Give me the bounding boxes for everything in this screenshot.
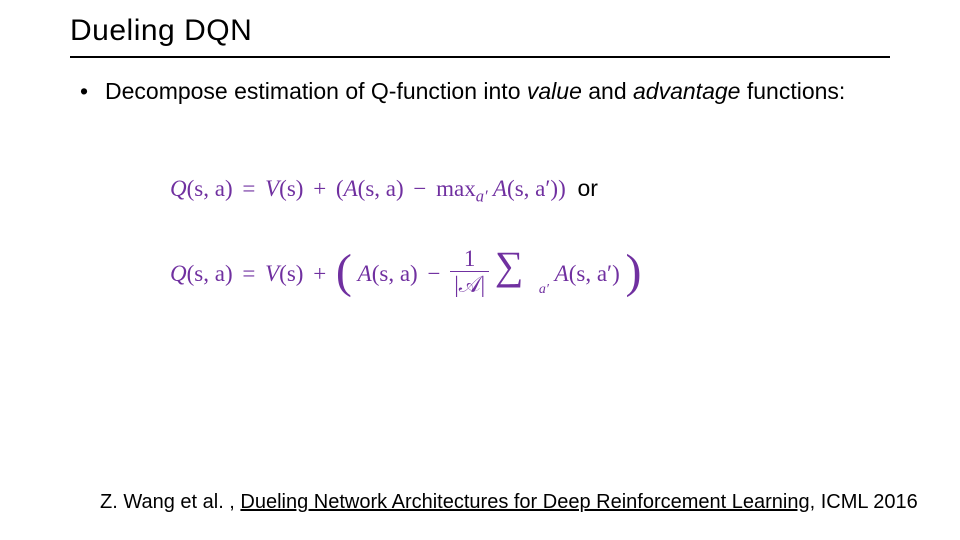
eq1-or: or [571, 175, 597, 201]
eq1-minus: − [409, 176, 430, 201]
eq2-V: V [265, 261, 279, 286]
slide-title: Dueling DQN [70, 14, 252, 48]
eq2-A2-args: (s, a′) [569, 261, 620, 286]
eq1-A: A [344, 176, 358, 201]
eq1-args-s: (s) [279, 176, 303, 201]
eq2-A2: A [555, 261, 569, 286]
eq2-sum: ∑ a′ [495, 250, 535, 298]
eq1-max: max [436, 176, 476, 201]
citation: Z. Wang et al. , Dueling Network Archite… [100, 491, 918, 514]
eq2-A: A [358, 261, 372, 286]
title-rule [70, 56, 890, 58]
eq2-sum-sub: a′ [539, 282, 549, 298]
eq2-minus: − [423, 261, 444, 286]
eq1-Q: Q [170, 176, 187, 201]
eq2-args-sa: (s, a) [187, 261, 233, 286]
eq2-frac-den: |𝒜| [454, 272, 485, 297]
citation-post: , ICML 2016 [810, 491, 918, 513]
bullet-text-post: functions: [740, 78, 845, 104]
equation-1: Q(s, a) = V(s) + (A(s, a) − maxa′ A(s, a… [170, 175, 598, 207]
eq2-plus: + [309, 261, 330, 286]
citation-pre: Z. Wang et al. , [100, 491, 240, 513]
equation-2: Q(s, a) = V(s) + ( A(s, a) − 1 |𝒜| ∑ a′ … [170, 248, 641, 328]
bullet-value-word: value [527, 78, 582, 104]
eq2-equals: = [238, 261, 259, 286]
eq1-A2-args: (s, a′) [507, 176, 558, 201]
eq1-equals: = [238, 176, 259, 201]
eq2-lparen: ( [336, 248, 352, 296]
bullet-text-pre: Decompose estimation of Q-function into [105, 78, 527, 104]
eq2-frac-num: 1 [450, 246, 489, 272]
eq1-plus: + [309, 176, 330, 201]
eq2-args-s: (s) [279, 261, 303, 286]
eq1-rparen: ) [558, 176, 566, 201]
eq1-V: V [265, 176, 279, 201]
eq1-args-sa: (s, a) [187, 176, 233, 201]
sigma-icon: ∑ [495, 246, 524, 286]
citation-link[interactable]: Dueling Network Architectures for Deep R… [240, 491, 809, 513]
eq1-lparen: ( [336, 176, 344, 201]
bullet-text-mid: and [582, 78, 633, 104]
eq1-max-sub: a′ [476, 187, 488, 206]
slide: Dueling DQN • Decompose estimation of Q-… [0, 0, 960, 540]
eq2-A-args: (s, a) [372, 261, 418, 286]
eq2-Q: Q [170, 261, 187, 286]
eq2-rparen: ) [625, 248, 641, 296]
eq1-A-args: (s, a) [358, 176, 404, 201]
bullet-dot: • [80, 76, 88, 107]
eq2-fraction: 1 |𝒜| [450, 246, 489, 298]
bullet-item: • Decompose estimation of Q-function int… [105, 76, 865, 107]
bullet-advantage-word: advantage [633, 78, 740, 104]
eq1-A2: A [493, 176, 507, 201]
